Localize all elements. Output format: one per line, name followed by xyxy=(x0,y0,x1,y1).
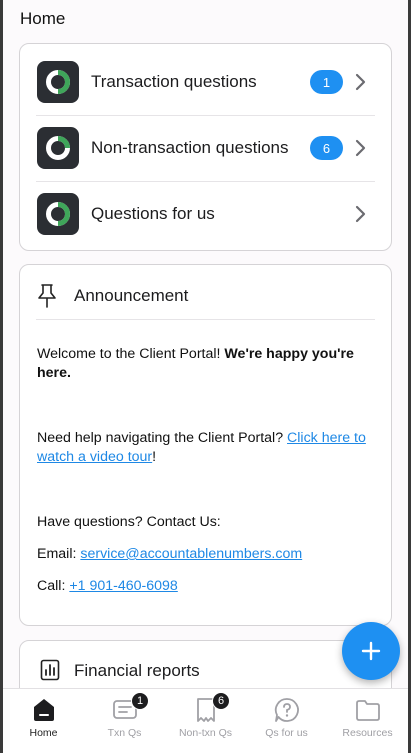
app-screen: Home Transaction questions 1 Non-transac… xyxy=(3,0,408,753)
help-text: Need help navigating the Client Portal? … xyxy=(37,429,371,467)
divider xyxy=(36,319,375,320)
transaction-questions-row[interactable]: Transaction questions 1 xyxy=(20,49,391,115)
tab-txn-qs[interactable]: 1 Txn Qs xyxy=(84,689,165,753)
tab-label: Resources xyxy=(342,727,393,739)
questions-card: Transaction questions 1 Non-transaction … xyxy=(19,43,392,251)
email-line: Email: service@accountablenumbers.com xyxy=(37,545,371,564)
bar-chart-icon xyxy=(40,659,60,681)
welcome-message: Welcome to the Client Portal! xyxy=(37,346,225,362)
tab-non-txn-qs[interactable]: 6 Non-txn Qs xyxy=(165,689,246,753)
chevron-right-icon xyxy=(355,205,366,223)
pin-icon xyxy=(36,283,58,309)
questions-for-us-row[interactable]: Questions for us xyxy=(20,181,391,247)
contact-heading: Have questions? Contact Us: xyxy=(37,514,221,530)
home-icon xyxy=(33,699,54,721)
tab-label: Txn Qs xyxy=(107,727,142,739)
announcement-card: Announcement Welcome to the Client Porta… xyxy=(19,264,392,626)
tab-resources[interactable]: Resources xyxy=(327,689,408,753)
call-label: Call: xyxy=(37,578,70,594)
transaction-questions-icon xyxy=(37,61,79,103)
non-transaction-questions-row[interactable]: Non-transaction questions 6 xyxy=(20,115,391,181)
plus-icon xyxy=(361,641,381,661)
transaction-questions-badge: 1 xyxy=(310,70,343,94)
tab-label: Home xyxy=(29,727,58,739)
transaction-questions-label: Transaction questions xyxy=(91,72,257,91)
tab-label: Qs for us xyxy=(265,727,308,739)
page-title: Home xyxy=(20,9,66,28)
non-transaction-questions-badge: 6 xyxy=(310,136,343,160)
bottom-tab-bar: Home 1 Txn Qs 6 Non-txn Qs Qs for us Res… xyxy=(3,688,408,753)
chevron-right-icon xyxy=(355,73,366,91)
financial-reports-title: Financial reports xyxy=(74,661,200,680)
folder-icon xyxy=(355,700,380,721)
non-transaction-questions-icon xyxy=(37,127,79,169)
questions-for-us-label: Questions for us xyxy=(91,204,215,223)
add-button[interactable] xyxy=(342,622,400,680)
help-message: Need help navigating the Client Portal? xyxy=(37,430,288,446)
phone-line: Call: +1 901-460-6098 xyxy=(37,577,371,596)
questions-for-us-icon xyxy=(37,193,79,235)
non-transaction-questions-label: Non-transaction questions xyxy=(91,138,289,157)
tab-badge: 6 xyxy=(212,692,230,710)
email-label: Email: xyxy=(37,546,81,562)
tab-home[interactable]: Home xyxy=(3,689,84,753)
email-link[interactable]: service@accountablenumbers.com xyxy=(80,546,302,562)
chevron-right-icon xyxy=(355,139,366,157)
help-suffix: ! xyxy=(152,449,157,465)
phone-link[interactable]: +1 901-460-6098 xyxy=(69,578,177,594)
tab-badge: 1 xyxy=(131,692,149,710)
tab-qs-for-us[interactable]: Qs for us xyxy=(246,689,327,753)
tab-label: Non-txn Qs xyxy=(178,727,233,739)
welcome-text: Welcome to the Client Portal! We're happ… xyxy=(37,345,371,383)
announcement-title: Announcement xyxy=(74,286,189,305)
help-chat-icon xyxy=(274,698,299,722)
